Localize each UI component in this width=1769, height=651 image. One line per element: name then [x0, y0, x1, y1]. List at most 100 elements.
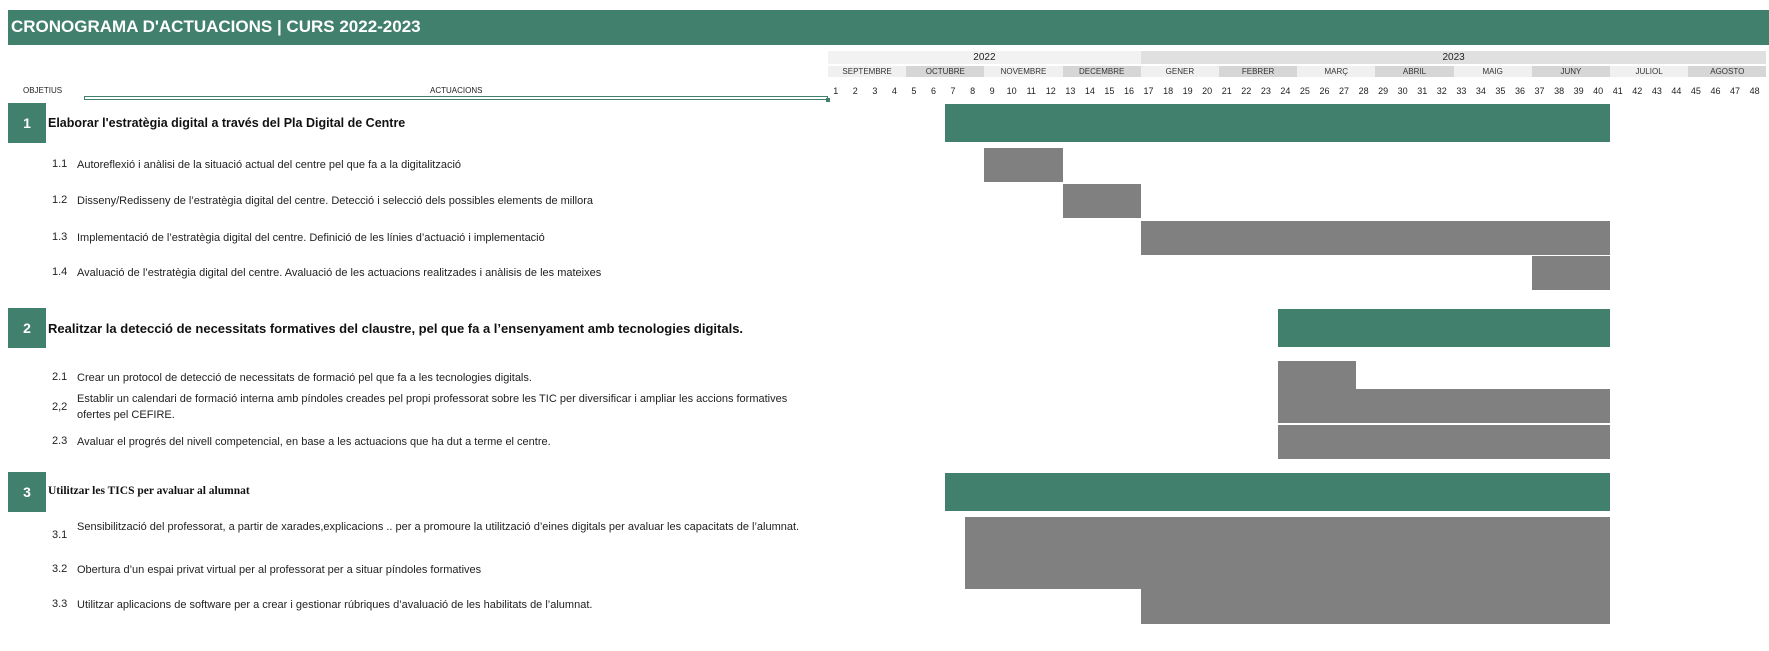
week-number: 17 — [1143, 86, 1154, 96]
action-bar — [1062, 184, 1141, 218]
action-text: Autoreflexió i anàlisi de la situació ac… — [77, 159, 462, 171]
objective-bar — [1277, 309, 1610, 347]
week-number: 39 — [1573, 86, 1584, 96]
week-number: 28 — [1358, 86, 1369, 96]
actions-header: ACTUACIONS — [430, 86, 483, 95]
action-number: 2,2 — [52, 401, 68, 413]
actions-header-line — [84, 96, 830, 102]
week-number: 14 — [1084, 86, 1095, 96]
week-number: 35 — [1495, 86, 1506, 96]
objective-number: 3 — [8, 472, 46, 512]
year-label: 2022 — [828, 51, 1141, 64]
week-number: 41 — [1612, 86, 1623, 96]
objective-title: Realitzar la detecció de necessitats for… — [48, 321, 744, 336]
month-label: DECEMBRE — [1062, 66, 1141, 77]
action-text: Implementació de l’estratègia digital de… — [77, 232, 545, 244]
week-number: 24 — [1280, 86, 1291, 96]
objectives-header: OBJETIUS — [23, 86, 63, 95]
week-number: 34 — [1475, 86, 1486, 96]
action-bar — [1277, 389, 1610, 423]
week-number: 2 — [852, 86, 858, 96]
action-number: 3.2 — [52, 563, 68, 575]
week-number: 25 — [1299, 86, 1310, 96]
week-number: 23 — [1260, 86, 1271, 96]
week-number: 32 — [1436, 86, 1447, 96]
month-label: MAIG — [1453, 66, 1532, 77]
week-number: 18 — [1163, 86, 1174, 96]
action-bar — [1277, 425, 1610, 459]
month-label: AGOSTO — [1688, 66, 1767, 77]
week-number: 30 — [1397, 86, 1408, 96]
week-number: 31 — [1417, 86, 1428, 96]
week-number: 13 — [1065, 86, 1076, 96]
objective-title: Utilitzar les TICS per avaluar al alumna… — [48, 485, 250, 497]
action-bar — [964, 553, 1610, 589]
week-number: 11 — [1026, 86, 1036, 96]
week-number: 20 — [1202, 86, 1213, 96]
week-number: 47 — [1730, 86, 1741, 96]
action-number: 1.4 — [52, 266, 68, 278]
week-number: 1 — [833, 86, 839, 96]
week-number: 22 — [1241, 86, 1252, 96]
week-number: 37 — [1534, 86, 1545, 96]
week-number: 46 — [1710, 86, 1721, 96]
month-label: GENER — [1140, 66, 1219, 77]
month-label: ABRIL — [1375, 66, 1454, 77]
year-label: 2023 — [1140, 51, 1767, 64]
month-label: SEPTEMBRE — [828, 66, 907, 77]
week-number: 44 — [1671, 86, 1682, 96]
week-number: 15 — [1104, 86, 1115, 96]
page-title: CRONOGRAMA D'ACTUACIONS | CURS 2022-2023 — [11, 17, 421, 36]
action-number: 3.1 — [52, 529, 68, 541]
week-number: 45 — [1690, 86, 1701, 96]
week-number: 5 — [911, 86, 917, 96]
action-number: 3.3 — [52, 598, 68, 610]
action-text: Crear un protocol de detecció de necessi… — [77, 372, 532, 384]
action-bar — [1140, 221, 1610, 255]
month-label: FEBRER — [1219, 66, 1298, 77]
week-number: 33 — [1456, 86, 1467, 96]
action-bar — [984, 148, 1063, 182]
week-number: 40 — [1593, 86, 1604, 96]
week-number: 27 — [1339, 86, 1350, 96]
month-label: JUNY — [1531, 66, 1610, 77]
action-bar — [964, 517, 1610, 553]
week-number: 12 — [1045, 86, 1056, 96]
week-number: 19 — [1182, 86, 1193, 96]
week-number: 10 — [1006, 86, 1017, 96]
action-number: 2.3 — [52, 435, 68, 447]
action-number: 1.2 — [52, 194, 68, 206]
action-number: 2.1 — [52, 371, 68, 383]
week-number: 3 — [872, 86, 878, 96]
week-number: 42 — [1632, 86, 1643, 96]
action-text: Utilitzar aplicacions de software per a … — [77, 599, 593, 611]
objective-title: Elaborar l'estratègia digital a través d… — [48, 116, 406, 130]
title-bar: CRONOGRAMA D'ACTUACIONS | CURS 2022-2023 — [8, 10, 1769, 45]
week-number: 38 — [1554, 86, 1565, 96]
action-text: Disseny/Redisseny de l’estratègia digita… — [77, 195, 594, 207]
objective-bar — [945, 473, 1610, 511]
week-number: 9 — [989, 86, 995, 96]
objective-number: 2 — [8, 308, 46, 348]
week-number: 8 — [970, 86, 976, 96]
month-label: NOVEMBRE — [984, 66, 1063, 77]
week-number: 21 — [1221, 86, 1232, 96]
week-number: 29 — [1378, 86, 1389, 96]
action-text: Avaluació de l’estratègia digital del ce… — [77, 267, 602, 279]
week-number: 26 — [1319, 86, 1330, 96]
action-text: Obertura d’un espai privat virtual per a… — [77, 564, 482, 576]
action-number: 1.1 — [52, 158, 68, 170]
objective-number: 1 — [8, 103, 46, 143]
month-label: MARÇ — [1297, 66, 1376, 77]
week-number: 7 — [950, 86, 956, 96]
week-number: 6 — [930, 86, 936, 96]
action-text: Sensibilització del professorat, a parti… — [77, 521, 800, 533]
month-label: JULIOL — [1610, 66, 1689, 77]
week-number: 4 — [891, 86, 897, 96]
objective-bar — [945, 104, 1610, 142]
action-text: Establir un calendari de formació intern… — [77, 393, 788, 421]
week-number: 43 — [1651, 86, 1662, 96]
action-number: 1.3 — [52, 231, 68, 243]
week-number: 16 — [1123, 86, 1134, 96]
week-number: 36 — [1514, 86, 1525, 96]
